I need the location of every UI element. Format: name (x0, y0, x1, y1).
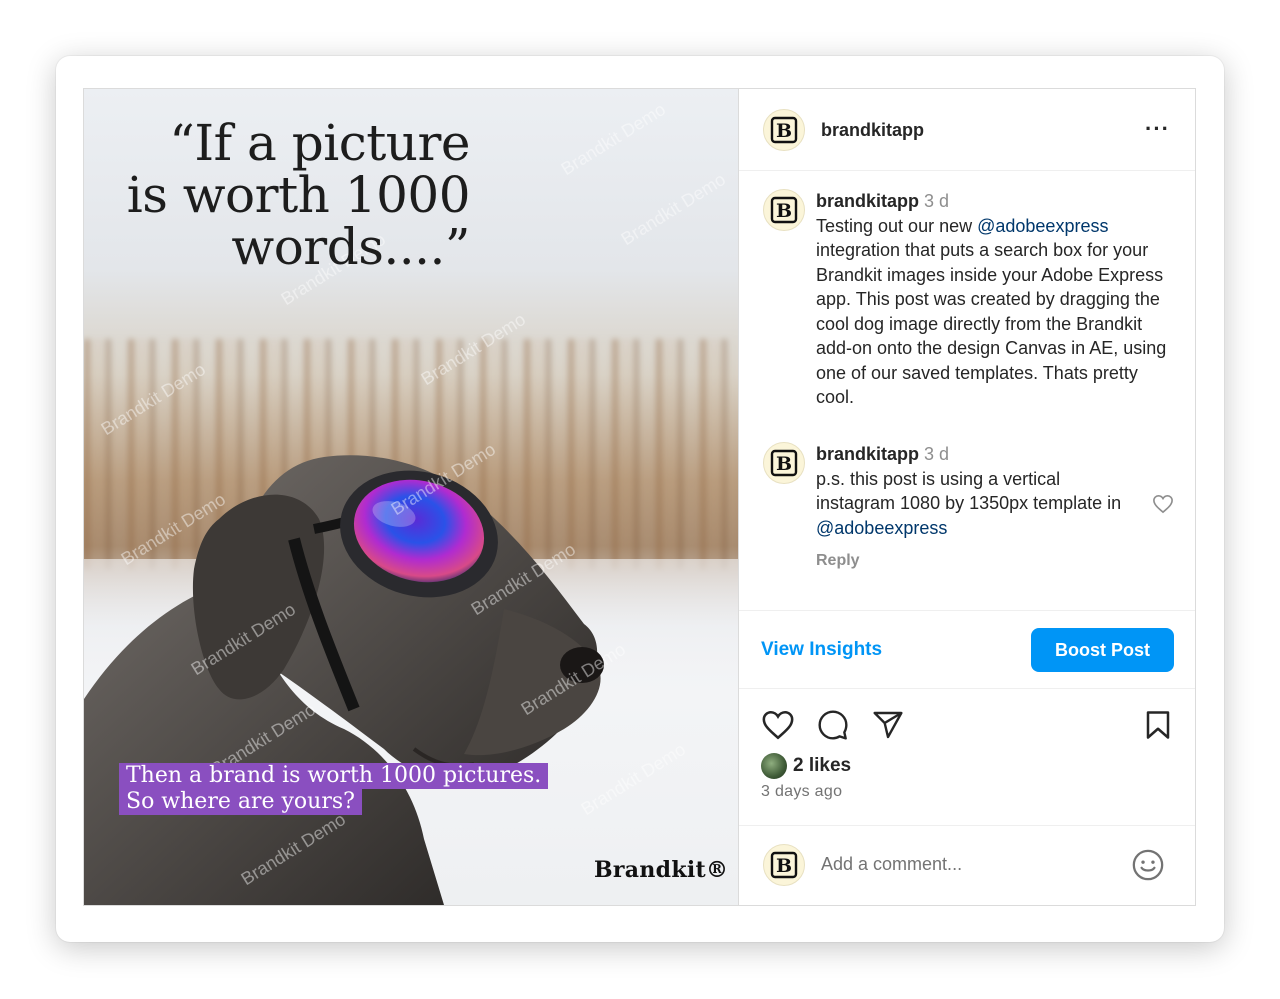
mention-link[interactable]: @adobeexpress (977, 216, 1108, 236)
more-horizontal-icon[interactable]: ··· (1145, 116, 1170, 142)
brandkit-logo-icon: B (770, 851, 798, 879)
insights-bar: View Insights Boost Post (739, 610, 1195, 689)
tagline-line-1: Then a brand is worth 1000 pictures. (119, 763, 549, 789)
quote-text: “If a picture is worth 1000 words....” (126, 114, 471, 276)
mention-link[interactable]: @adobeexpress (816, 518, 947, 538)
comment-username[interactable]: brandkitapp (816, 444, 919, 464)
liker-avatar[interactable] (761, 753, 787, 779)
watermark-text: Brandkit Demo (617, 169, 730, 250)
svg-text:B: B (776, 453, 792, 475)
post-header: B brandkitapp ··· (739, 89, 1195, 171)
comment-text: Testing out our new (816, 215, 978, 236)
brandkit-logo: Brandkit® (594, 857, 729, 883)
share-icon[interactable] (872, 709, 904, 741)
view-insights-link[interactable]: View Insights (761, 639, 882, 661)
post-date: 3 days ago (761, 783, 843, 800)
bookmark-icon[interactable] (1143, 709, 1173, 741)
tagline-line-2: So where are yours? (119, 789, 362, 815)
post-side-panel: B brandkitapp ··· B brandkitapp 3 d Test… (738, 89, 1195, 905)
action-bar (739, 701, 1195, 749)
comment-text: p.s. this post is using a vertical insta… (816, 468, 1122, 514)
comment-text: integration that puts a search box for y… (816, 240, 1167, 407)
comment-body: brandkitapp 3 d p.s. this post is using … (816, 442, 1136, 540)
comment-time: 3 d (924, 444, 950, 464)
avatar: B (763, 844, 805, 886)
avatar[interactable]: B (763, 189, 805, 231)
emoji-icon[interactable] (1131, 848, 1165, 882)
boost-post-button[interactable]: Boost Post (1031, 628, 1174, 672)
reply-button[interactable]: Reply (816, 552, 860, 570)
likes-row: 2 likes (761, 752, 851, 780)
post-image[interactable]: Brandkit Demo Brandkit Demo Brandkit Dem… (84, 89, 738, 905)
avatar[interactable]: B (763, 442, 805, 484)
svg-text:B: B (776, 120, 792, 142)
comment-icon[interactable] (817, 709, 849, 741)
brandkit-logo-icon: B (770, 196, 798, 224)
svg-text:B: B (776, 855, 792, 877)
add-comment-input[interactable]: Add a comment... (821, 854, 1101, 875)
likes-count[interactable]: 2 likes (793, 755, 851, 777)
heart-icon[interactable] (761, 709, 795, 741)
brandkit-logo-icon: B (770, 449, 798, 477)
heart-icon[interactable] (1152, 494, 1174, 514)
svg-text:B: B (776, 200, 792, 222)
dog-with-goggles-illustration (84, 455, 604, 905)
watermark-text: Brandkit Demo (557, 99, 670, 180)
comment-body: brandkitapp 3 d Testing out our new @ado… (816, 189, 1171, 410)
add-comment-bar: B Add a comment... (739, 825, 1195, 905)
header-username[interactable]: brandkitapp (821, 120, 924, 141)
avatar[interactable]: B (763, 109, 805, 151)
brandkit-logo-icon: B (770, 116, 798, 144)
comment-username[interactable]: brandkitapp (816, 191, 919, 211)
comment-time: 3 d (924, 191, 950, 211)
instagram-post: Brandkit Demo Brandkit Demo Brandkit Dem… (83, 88, 1196, 906)
tagline: Then a brand is worth 1000 pictures. So … (119, 763, 549, 815)
